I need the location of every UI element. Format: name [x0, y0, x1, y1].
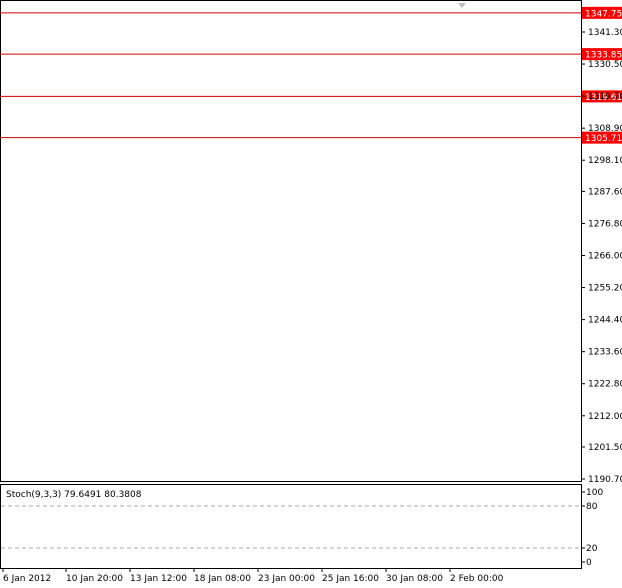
- stoch-tick-label: 100: [586, 488, 603, 498]
- time-tick-label: 23 Jan 00:00: [258, 574, 315, 584]
- time-tick-label: 30 Jan 08:00: [386, 574, 443, 584]
- price-tick-label: 1190.70: [588, 475, 622, 485]
- price-tick-label: 1319.70: [588, 92, 622, 102]
- stoch-label: Stoch(9,3,3) 79.6491 80.3808: [6, 490, 142, 500]
- price-tick-label: 1341.30: [588, 28, 622, 38]
- price-tick-label: 1276.80: [588, 219, 622, 229]
- time-tick-label: 10 Jan 20:00: [66, 574, 123, 584]
- main-pane-frame: [0, 0, 582, 482]
- price-tick-label: 1266.00: [588, 252, 622, 262]
- stoch-tick-label: 0: [586, 558, 592, 568]
- price-tick-label: 1308.90: [588, 124, 622, 134]
- price-tick-label: 1287.60: [588, 187, 622, 197]
- time-tick-label: 25 Jan 16:00: [322, 574, 379, 584]
- time-tick-label: 2 Feb 00:00: [450, 574, 504, 584]
- stoch-tick-label: 20: [586, 544, 598, 554]
- stoch-tick-label: 80: [586, 502, 598, 512]
- price-tick-label: 1298.10: [588, 156, 622, 166]
- price-tick-label: 1222.80: [588, 380, 622, 390]
- price-chart: 1347.751333.851319.611305.71 1341.301330…: [0, 0, 622, 584]
- price-tick-label: 1244.40: [588, 316, 622, 326]
- time-tick-label: 18 Jan 08:00: [194, 574, 251, 584]
- price-tick-label: 1233.60: [588, 348, 622, 358]
- price-axis: 1341.30 1330.50 1319.70 1308.90 1298.10 1287.…: [581, 28, 622, 485]
- time-tick-label: 6 Jan 2012: [3, 574, 51, 584]
- time-tick-label: 13 Jan 12:00: [130, 574, 187, 584]
- price-tick-label: 1255.20: [588, 284, 622, 294]
- time-axis: 6 Jan 2012 10 Jan 20:00 13 Jan 12:00 18 Jan…: [2, 568, 504, 584]
- price-tick-label: 1201.50: [588, 443, 622, 453]
- price-tick-label: 1330.50: [588, 60, 622, 70]
- price-tick-label: 1212.00: [588, 412, 622, 422]
- level-label: 1347.75: [585, 9, 622, 19]
- level-label: 1305.71: [585, 134, 622, 144]
